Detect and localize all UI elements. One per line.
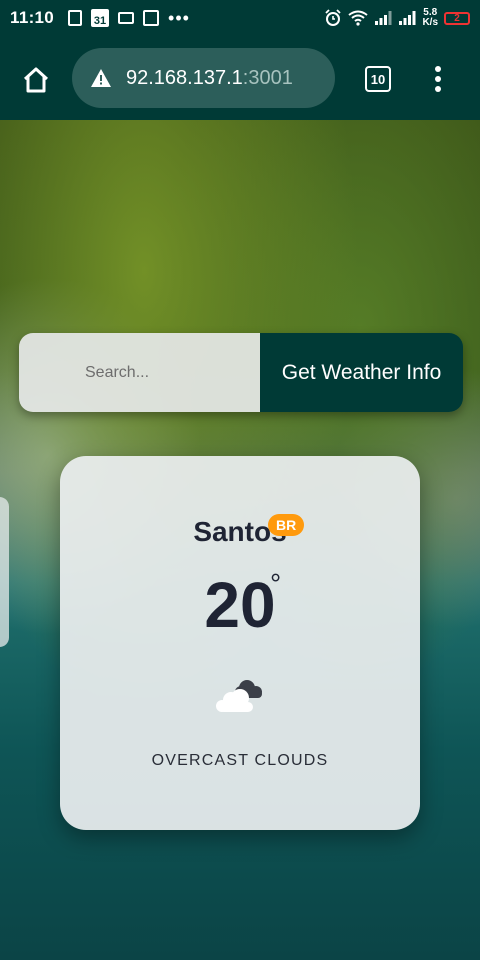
more-notifications-icon: ••• [168,7,190,28]
search-form: Get Weather Info [19,333,463,412]
browser-toolbar: 92.168.137.1:3001 10 [0,36,480,120]
temperature-row: 20 ° [60,568,420,642]
wifi-icon [348,10,369,26]
get-weather-button[interactable]: Get Weather Info [260,333,463,412]
tabs-button[interactable]: 10 [365,66,391,92]
url-port: :3001 [242,66,293,89]
tab-count: 10 [370,71,386,87]
warning-icon[interactable] [90,68,112,88]
signal-icon-1 [375,11,392,25]
status-right: 5.8 K/s 2 [324,8,470,28]
address-bar[interactable]: 92.168.137.1:3001 [72,48,335,108]
alarm-icon [325,9,342,26]
weather-description: OVERCAST CLOUDS [151,752,329,769]
status-bar: 11:10 31 ••• 5.8 K/s 2 [0,0,480,36]
calendar-icon: 31 [91,9,110,27]
menu-dot [435,86,441,92]
menu-icon[interactable] [428,66,448,92]
temperature-value: 20 [204,569,276,641]
menu-dot [435,66,441,72]
search-input[interactable] [19,333,260,412]
battery-icon: 2 [444,11,470,25]
notification-icons: 31 ••• [68,8,190,29]
battery-level: 2 [454,12,460,24]
country-badge: BR [268,514,305,536]
app-notification-icon [143,10,160,26]
weather-card: Santos BR 20 ° OVERCAST CLOUDS [60,456,420,830]
overcast-clouds-icon [216,680,262,712]
signal-icon-2 [399,11,416,25]
battery-saver-icon [68,10,83,26]
url-host: 92.168.137.1 [126,66,243,89]
menu-dot [435,76,441,82]
message-icon [118,12,135,24]
home-icon[interactable] [22,66,50,94]
degree-symbol: ° [270,568,282,599]
status-time: 11:10 [10,8,55,27]
city-row: Santos BR [60,514,420,548]
network-speed-unit: K/s [422,17,438,28]
network-speed: 5.8 K/s [422,8,438,28]
offscreen-weather-card [0,497,9,647]
